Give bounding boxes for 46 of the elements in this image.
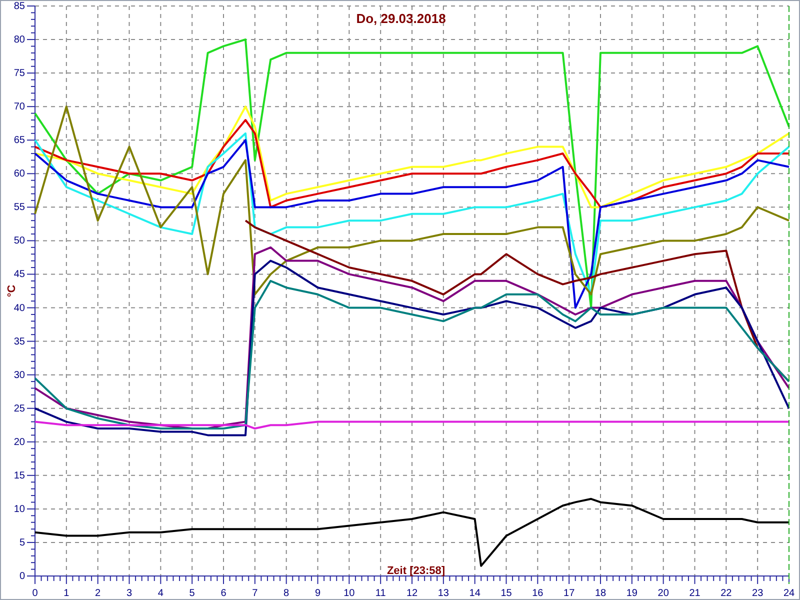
tick-label: 20 bbox=[14, 436, 25, 448]
tick-label: 0 bbox=[32, 588, 38, 599]
tick-label: 1 bbox=[64, 588, 70, 599]
tick-label: 13 bbox=[438, 588, 449, 599]
tick-label: 40 bbox=[14, 302, 25, 314]
tick-label: 6 bbox=[220, 588, 226, 599]
tick-label: 45 bbox=[14, 269, 25, 280]
tick-label: 8 bbox=[284, 588, 290, 599]
tick-label: 35 bbox=[14, 336, 25, 348]
tick-label: 16 bbox=[532, 588, 544, 599]
tick-label: 11 bbox=[375, 588, 386, 599]
tick-label: 5 bbox=[189, 588, 195, 599]
tick-label: 80 bbox=[14, 34, 25, 46]
tick-label: 24 bbox=[783, 588, 795, 599]
tick-label: 4 bbox=[158, 588, 164, 599]
tick-label: 3 bbox=[126, 588, 132, 599]
axis-label: Zeit [23:58] bbox=[386, 565, 446, 577]
axis-label: °C bbox=[6, 284, 18, 298]
tick-label: 17 bbox=[564, 588, 575, 599]
tick-label: 20 bbox=[658, 588, 669, 599]
tick-label: 14 bbox=[469, 588, 480, 599]
tick-label: 12 bbox=[406, 588, 418, 599]
tick-label: 50 bbox=[14, 236, 25, 247]
tick-label: 70 bbox=[14, 102, 25, 113]
tick-label: 19 bbox=[626, 588, 638, 599]
tick-label: 65 bbox=[14, 135, 25, 146]
tick-label: 2 bbox=[95, 588, 101, 599]
tick-label: 85 bbox=[14, 1, 25, 12]
tick-label: 18 bbox=[594, 588, 606, 599]
tick-label: 23 bbox=[752, 588, 764, 599]
tick-label: 0 bbox=[19, 571, 25, 582]
tick-label: 55 bbox=[14, 202, 25, 214]
tick-label: 5 bbox=[19, 537, 25, 548]
tick-label: 60 bbox=[14, 168, 25, 180]
tick-label: 75 bbox=[14, 68, 25, 80]
tick-label: 7 bbox=[252, 588, 258, 599]
tick-label: 15 bbox=[500, 588, 512, 599]
tick-label: 10 bbox=[344, 588, 355, 599]
tick-label: 9 bbox=[314, 588, 321, 599]
chart-title: Do, 29.03.2018 bbox=[356, 11, 446, 26]
tick-label: 21 bbox=[689, 588, 700, 599]
tick-label: 30 bbox=[14, 370, 25, 381]
tick-label: 10 bbox=[14, 504, 25, 515]
tick-label: 22 bbox=[720, 588, 732, 599]
tick-label: 25 bbox=[14, 403, 25, 414]
tick-label: 15 bbox=[14, 470, 25, 482]
